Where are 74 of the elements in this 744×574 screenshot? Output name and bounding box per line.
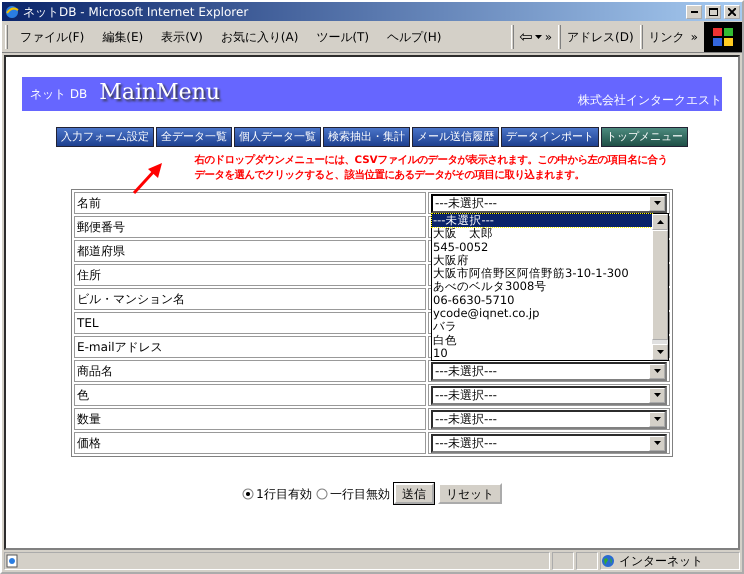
browser-icon [4, 4, 20, 20]
nav-button[interactable]: 全データ一覧 [156, 127, 232, 147]
caret-icon [654, 417, 660, 421]
select-field[interactable]: ---未選択--- [431, 434, 667, 452]
window-title: ネットDB - Microsoft Internet Explorer [23, 4, 248, 20]
minimize-icon [690, 10, 698, 12]
chevron-icon[interactable]: » [688, 28, 704, 46]
submit-button[interactable]: 送信 [394, 483, 434, 504]
nav-button[interactable]: 検索抽出・集計 [323, 127, 410, 147]
field-label: ビル・マンション名 [74, 288, 426, 310]
scroll-down-icon [656, 350, 664, 354]
field-label: 都道府県 [74, 240, 426, 262]
caret-icon [654, 201, 660, 205]
caret-icon [654, 393, 660, 397]
field-label: 名前 [74, 192, 426, 214]
dropdown-option[interactable]: 大阪 太郎 [432, 227, 652, 241]
select-field[interactable]: ---未選択--- [431, 386, 667, 404]
dropdown-option[interactable]: 10 [432, 346, 652, 360]
menu-item[interactable]: 表示(V) [152, 28, 212, 46]
menu-item[interactable]: ファイル(F) [11, 28, 94, 46]
arrow-icon [132, 161, 164, 195]
dropdown-option[interactable]: 大阪府 [432, 254, 652, 268]
dropdown-option[interactable]: 白色 [432, 334, 652, 347]
nav-button[interactable]: データインポート [501, 127, 599, 147]
close-button[interactable] [724, 4, 740, 18]
field-label: 住所 [74, 264, 426, 286]
banner-subtitle: ネット DB [30, 86, 88, 103]
menu-item[interactable]: ヘルプ(H) [378, 28, 450, 46]
company-name: 株式会社インタークエスト [578, 92, 722, 109]
radio-label: 一行目無効 [330, 486, 390, 502]
field-label: E-mailアドレス [74, 336, 426, 358]
close-icon [728, 8, 736, 16]
dropdown-option[interactable]: ---未選択--- [432, 214, 652, 228]
maximize-icon [708, 8, 718, 16]
field-label: 価格 [74, 432, 426, 454]
radio-label: 1行目有効 [256, 486, 312, 502]
windows-logo-icon [712, 26, 734, 46]
maximize-button[interactable] [705, 4, 721, 18]
links-button[interactable]: リンク [646, 28, 688, 46]
menu-item[interactable]: 編集(E) [93, 28, 152, 46]
dropdown-option[interactable]: ycode@iqnet.co.jp [432, 307, 652, 320]
instruction-text: 右のドロップダウンメニューには、CSVファイルのデータが表示されます。この中から左の項目名に合うデータを選んでクリックすると、該当位置にあるデータがその項目に取り込まれます。 [194, 153, 669, 183]
minimize-button[interactable] [686, 4, 702, 18]
zone-label: インターネット [619, 553, 703, 570]
scrollbar[interactable] [652, 214, 668, 360]
address-button[interactable]: アドレス(D) [564, 28, 637, 46]
caret-icon [534, 34, 542, 38]
status-panel [576, 552, 598, 570]
radio-button[interactable] [242, 488, 254, 500]
menu-item[interactable]: お気に入り(A) [212, 28, 308, 46]
globe-icon [601, 554, 615, 568]
chevron-icon[interactable]: » [542, 28, 556, 46]
select-field[interactable]: ---未選択--- [431, 410, 667, 428]
select-field[interactable]: ---未選択--- [431, 194, 667, 212]
radio-button[interactable] [316, 488, 328, 500]
select-field[interactable]: ---未選択--- [431, 362, 667, 380]
reset-button[interactable]: リセット [438, 483, 502, 504]
caret-icon [654, 369, 660, 373]
back-button[interactable]: ⇦ [517, 24, 535, 48]
field-label: 商品名 [74, 360, 426, 382]
nav-button[interactable]: トップメニュー [601, 127, 688, 147]
caret-icon [654, 441, 660, 445]
field-label: TEL [74, 312, 426, 334]
dropdown-option[interactable]: あべのベルタ3008号 [432, 280, 652, 294]
menu-item[interactable]: ツール(T) [307, 28, 378, 46]
field-label: 郵便番号 [74, 216, 426, 238]
field-label: 数量 [74, 408, 426, 430]
nav-button[interactable]: 個人データ一覧 [234, 127, 321, 147]
nav-button[interactable]: 入力フォーム設定 [56, 127, 154, 147]
status-panel [552, 552, 574, 570]
banner-title: MainMenu [99, 79, 220, 107]
field-label: 色 [74, 384, 426, 406]
nav-button[interactable]: メール送信履歴 [412, 127, 499, 147]
scroll-up-icon [656, 220, 664, 224]
